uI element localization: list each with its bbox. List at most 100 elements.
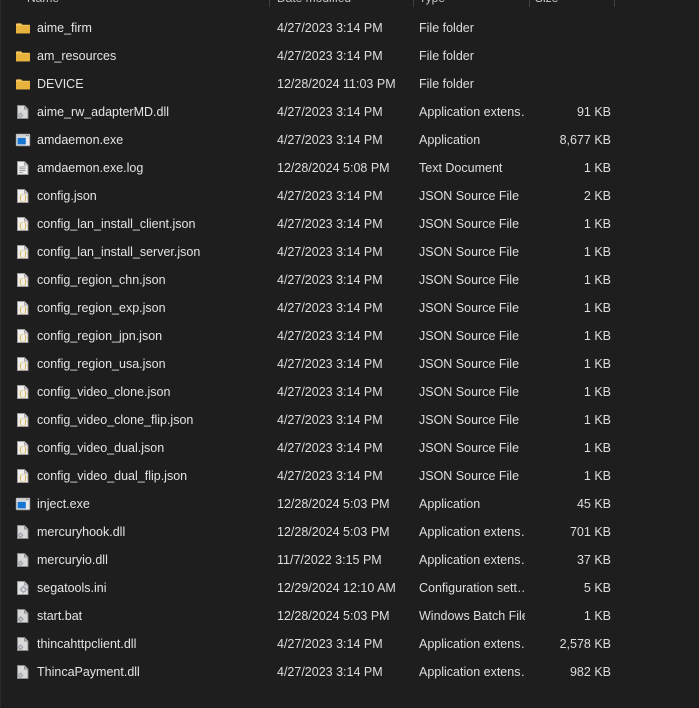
cell-size: 982 KB	[569, 665, 611, 679]
column-header-size[interactable]: Size	[535, 0, 558, 10]
cell-type: Application extens…	[419, 105, 525, 119]
table-row[interactable]: mercuryio.dll 11/7/2022 3:15 PM Applicatio…	[1, 546, 699, 574]
cell-type: Application extens…	[419, 553, 525, 567]
column-resize-handle-name[interactable]	[269, 0, 270, 7]
table-row[interactable]: {} config_video_clone_flip.json 4/27/2023 …	[1, 406, 699, 434]
json-icon: {}	[15, 468, 31, 484]
cell-type: JSON Source File	[419, 301, 520, 315]
table-row[interactable]: {} config_video_clone.json 4/27/2023 3:14 …	[1, 378, 699, 406]
table-row[interactable]: ThincaPayment.dll 4/27/2023 3:14 PM Applic…	[1, 658, 699, 686]
cell-name: amdaemon.exe.log	[37, 161, 144, 175]
cell-type: Text Document	[419, 161, 503, 175]
cell-type: Configuration sett…	[419, 581, 525, 595]
column-resize-handle-size[interactable]	[614, 0, 615, 7]
json-icon: {}	[15, 216, 31, 232]
cell-type: JSON Source File	[419, 385, 520, 399]
cell-name: config.json	[37, 189, 97, 203]
json-icon: {}	[15, 300, 31, 316]
cell-type: JSON Source File	[419, 189, 520, 203]
ini-icon	[15, 580, 31, 596]
cell-date: 11/7/2022 3:15 PM	[277, 553, 382, 567]
cell-date: 4/27/2023 3:14 PM	[277, 441, 383, 455]
cell-name: config_lan_install_client.json	[37, 217, 196, 231]
cell-type: JSON Source File	[419, 469, 520, 483]
cell-size: 1 KB	[583, 245, 611, 259]
cell-type: JSON Source File	[419, 245, 520, 259]
table-row[interactable]: segatools.ini 12/29/2024 12:10 AM Configur…	[1, 574, 699, 602]
svg-text:{}: {}	[19, 335, 28, 343]
table-row[interactable]: aime_rw_adapterMD.dll 4/27/2023 3:14 PM Ap…	[1, 98, 699, 126]
svg-text:{}: {}	[19, 307, 28, 315]
json-icon: {}	[15, 440, 31, 456]
cell-name: thincahttpclient.dll	[37, 637, 137, 651]
column-resize-handle-date[interactable]	[413, 0, 414, 7]
cell-size: 1 KB	[583, 609, 611, 623]
cell-type: JSON Source File	[419, 413, 520, 427]
cell-name: mercuryhook.dll	[37, 525, 126, 539]
table-row[interactable]: mercuryhook.dll 12/28/2024 5:03 PM Applica…	[1, 518, 699, 546]
table-row[interactable]: amdaemon.exe.log 12/28/2024 5:08 PM Text D…	[1, 154, 699, 182]
column-header-type[interactable]: Type	[419, 0, 445, 10]
cell-name: amdaemon.exe	[37, 133, 124, 147]
cell-size: 2,578 KB	[559, 637, 611, 651]
cell-name: am_resources	[37, 49, 117, 63]
cell-type: Application extens…	[419, 525, 525, 539]
table-row[interactable]: DEVICE 12/28/2024 11:03 PM File folder	[1, 70, 699, 98]
cell-date: 4/27/2023 3:14 PM	[277, 665, 383, 679]
table-row[interactable]: thincahttpclient.dll 4/27/2023 3:14 PM App…	[1, 630, 699, 658]
cell-size: 1 KB	[583, 329, 611, 343]
cell-name: config_lan_install_server.json	[37, 245, 201, 259]
cell-date: 12/29/2024 12:10 AM	[277, 581, 396, 595]
table-row[interactable]: {} config_video_dual.json 4/27/2023 3:14 P…	[1, 434, 699, 462]
cell-type: JSON Source File	[419, 329, 520, 343]
table-row[interactable]: inject.exe 12/28/2024 5:03 PM Application 4…	[1, 490, 699, 518]
cell-date: 4/27/2023 3:14 PM	[277, 273, 383, 287]
json-icon: {}	[15, 328, 31, 344]
table-row[interactable]: amdaemon.exe 4/27/2023 3:14 PM Application…	[1, 126, 699, 154]
cell-type: Application extens…	[419, 637, 525, 651]
cell-size	[529, 70, 611, 98]
cell-date: 12/28/2024 5:08 PM	[277, 161, 390, 175]
table-row[interactable]: {} config_lan_install_server.json 4/27/202…	[1, 238, 699, 266]
text-document-icon	[15, 160, 31, 176]
cell-type: Windows Batch File	[419, 609, 525, 623]
table-row[interactable]: {} config_video_dual_flip.json 4/27/2023 3…	[1, 462, 699, 490]
table-row[interactable]: {} config_region_usa.json 4/27/2023 3:14 P…	[1, 350, 699, 378]
cell-name: config_region_chn.json	[37, 273, 166, 287]
table-row[interactable]: {} config_region_exp.json 4/27/2023 3:14 P…	[1, 294, 699, 322]
dll-icon	[15, 552, 31, 568]
cell-name: mercuryio.dll	[37, 553, 108, 567]
cell-date: 4/27/2023 3:14 PM	[277, 385, 383, 399]
table-row[interactable]: start.bat 12/28/2024 5:03 PM Windows Batch…	[1, 602, 699, 630]
cell-name: start.bat	[37, 609, 83, 623]
cell-name: config_video_clone.json	[37, 385, 171, 399]
cell-size: 5 KB	[583, 581, 611, 595]
svg-text:{}: {}	[19, 223, 28, 231]
table-row[interactable]: am_resources 4/27/2023 3:14 PM File folder	[1, 42, 699, 70]
table-row[interactable]: aime_firm 4/27/2023 3:14 PM File folder	[1, 14, 699, 42]
column-resize-handle-type[interactable]	[529, 0, 530, 7]
column-header-date[interactable]: Date modified	[277, 0, 351, 10]
cell-date: 4/27/2023 3:14 PM	[277, 245, 383, 259]
dll-icon	[15, 104, 31, 120]
cell-size: 45 KB	[576, 497, 611, 511]
column-header-name[interactable]: Name	[27, 0, 59, 10]
file-list: aime_firm 4/27/2023 3:14 PM File folder am_…	[1, 14, 699, 686]
column-header-row: Name Date modified Type Size	[1, 0, 699, 10]
cell-date: 4/27/2023 3:14 PM	[277, 637, 383, 651]
cell-size: 91 KB	[576, 105, 611, 119]
json-icon: {}	[15, 244, 31, 260]
cell-name: config_region_usa.json	[37, 357, 166, 371]
svg-text:{}: {}	[19, 475, 28, 483]
cell-name: inject.exe	[37, 497, 90, 511]
table-row[interactable]: {} config_region_chn.json 4/27/2023 3:14 P…	[1, 266, 699, 294]
cell-size	[529, 14, 611, 42]
svg-text:{}: {}	[19, 279, 28, 287]
table-row[interactable]: {} config_region_jpn.json 4/27/2023 3:14 P…	[1, 322, 699, 350]
json-icon: {}	[15, 272, 31, 288]
table-row[interactable]: {} config.json 4/27/2023 3:14 PM JSON Sourc…	[1, 182, 699, 210]
json-icon: {}	[15, 412, 31, 428]
json-icon: {}	[15, 384, 31, 400]
table-row[interactable]: {} config_lan_install_client.json 4/27/202…	[1, 210, 699, 238]
cell-date: 4/27/2023 3:14 PM	[277, 357, 383, 371]
